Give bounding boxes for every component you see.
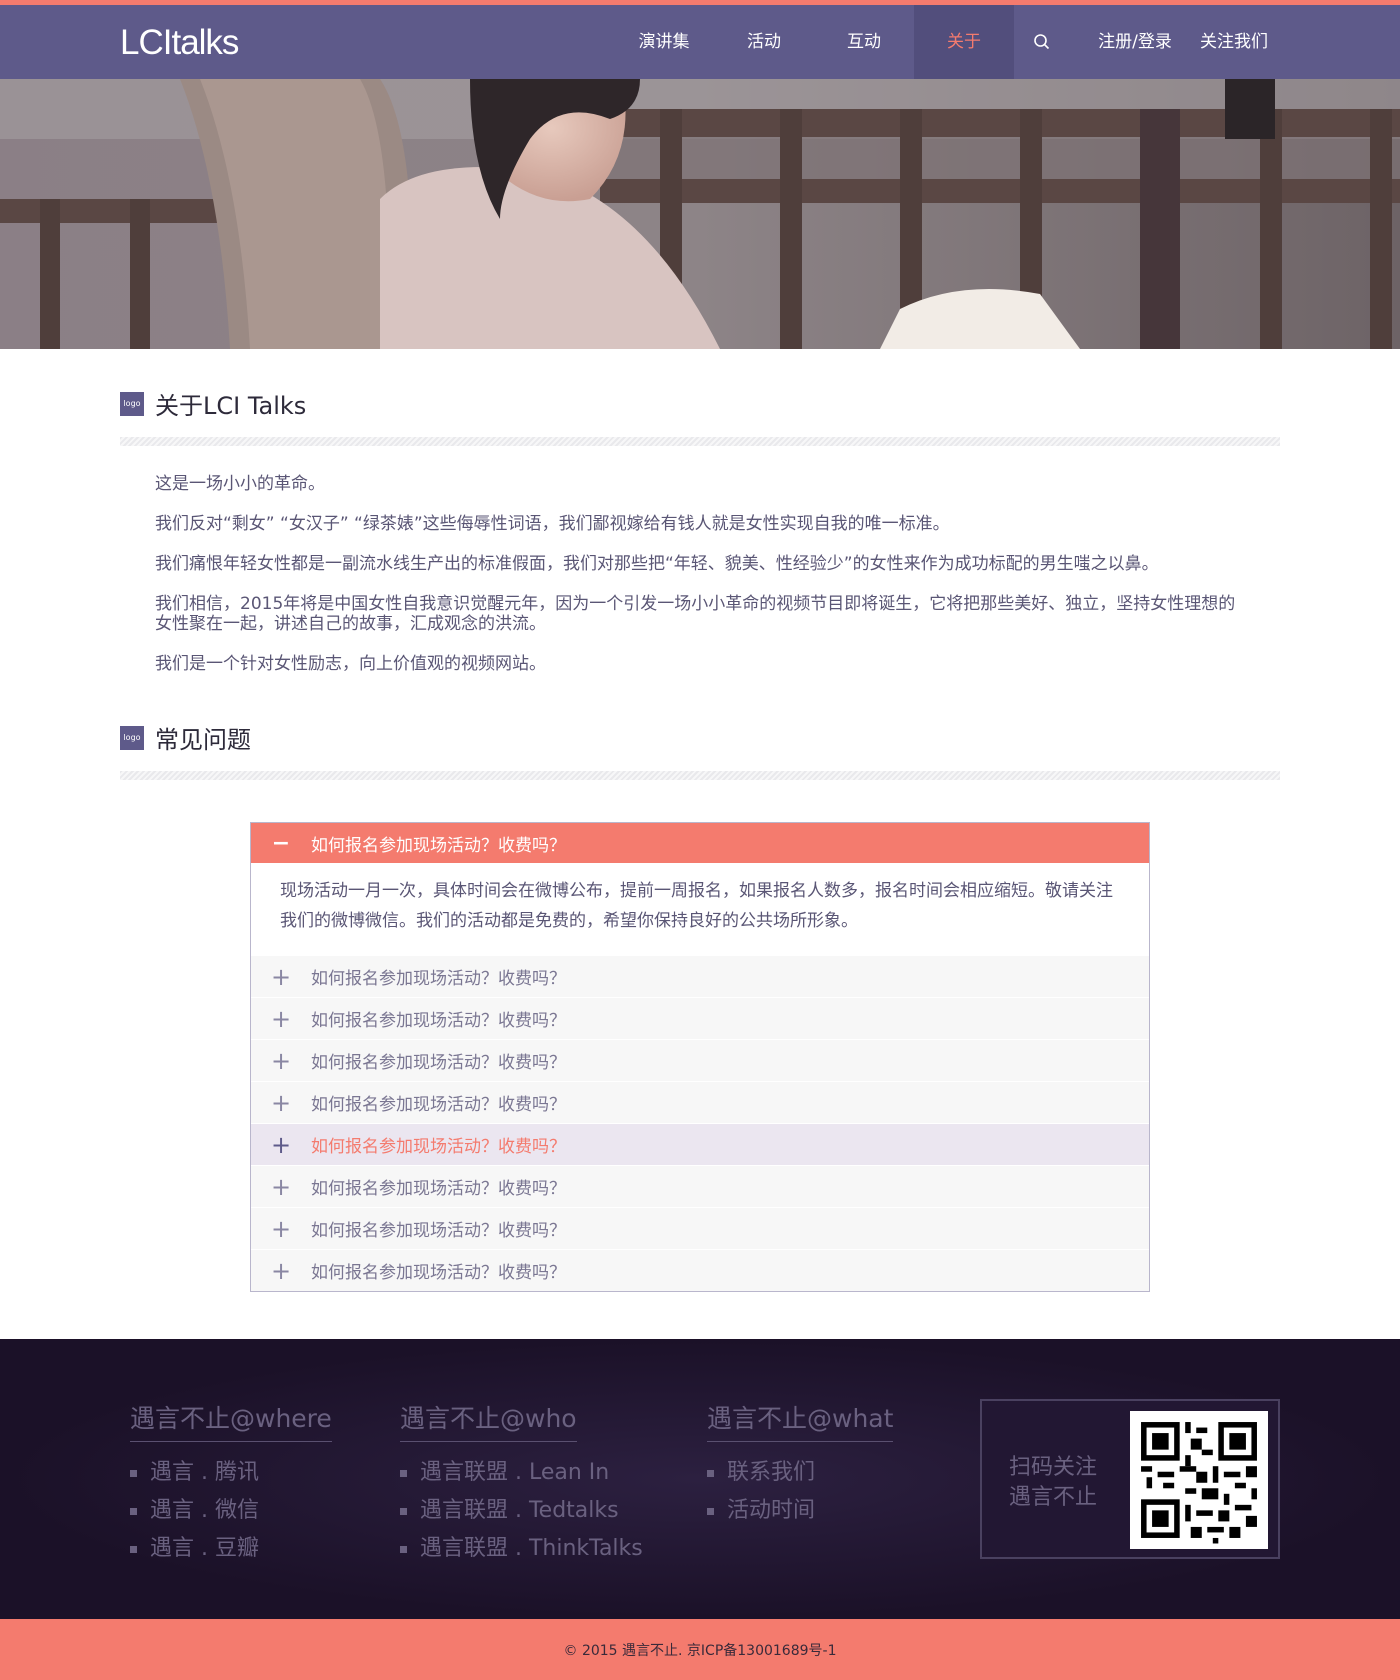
faq-question: 如何报名参加现场活动？收费吗？ xyxy=(311,1011,566,1031)
site-logo[interactable]: LCItalks xyxy=(120,23,239,63)
bullet-icon xyxy=(400,1507,407,1515)
about-paragraph: 我们相信，2015年将是中国女性自我意识觉醒元年，因为一个引发一场小小革命的视频… xyxy=(155,594,1236,634)
plus-icon: + xyxy=(270,962,292,991)
section-divider xyxy=(120,771,1280,780)
copyright-bar: © 2015 遇言不止. 京ICP备13001689号-1 xyxy=(0,1619,1400,1680)
about-paragraph: 我们反对“剩女” “女汉子” “绿茶婊”这些侮辱性词语，我们鄙视嫁给有钱人就是女… xyxy=(155,514,950,534)
section-divider xyxy=(120,437,1280,446)
nav-item-speeches[interactable]: 演讲集 xyxy=(614,5,714,79)
footer-link[interactable]: 遇言联盟 . Tedtalks xyxy=(400,1492,643,1530)
bullet-icon xyxy=(130,1469,137,1477)
about-title: 关于LCI Talks xyxy=(155,392,307,420)
faq-question: 如何报名参加现场活动？收费吗？ xyxy=(311,1179,566,1199)
qr-code-box: 扫码关注 遇言不止 xyxy=(980,1399,1280,1559)
faq-item[interactable]: + 如何报名参加现场活动？收费吗？ xyxy=(251,955,1149,997)
about-text: 这是一场小小的革命。 我们反对“剩女” “女汉子” “绿茶婊”这些侮辱性词语，我… xyxy=(120,446,1280,674)
search-button[interactable] xyxy=(1014,5,1070,79)
main-content: logo 关于LCI Talks 这是一场小小的革命。 我们反对“剩女” “女汉… xyxy=(120,349,1280,1292)
faq-question: 如何报名参加现场活动？收费吗？ xyxy=(311,835,566,856)
faq-question: 如何报名参加现场活动？收费吗？ xyxy=(311,1095,566,1115)
footer: 遇言不止@where 遇言 . 腾讯 遇言 . 微信 遇言 . 豆瓣 遇言不止@… xyxy=(0,1339,1400,1619)
plus-icon: + xyxy=(270,1088,292,1117)
footer-column-where: 遇言不止@where 遇言 . 腾讯 遇言 . 微信 遇言 . 豆瓣 xyxy=(130,1399,332,1568)
section-logo-badge: logo xyxy=(120,725,144,750)
footer-link-label: 活动时间 xyxy=(727,1498,816,1523)
footer-column-title: 遇言不止@what xyxy=(707,1399,894,1442)
search-icon xyxy=(1034,34,1050,50)
faq-question: 如何报名参加现场活动？收费吗？ xyxy=(311,1053,566,1073)
header-bar: LCItalks 演讲集 活动 互动 关于 注册/登录 关注我们 xyxy=(0,5,1400,79)
main-nav: 演讲集 活动 互动 关于 注册/登录 关注我们 xyxy=(614,5,1400,79)
faq-item[interactable]: + 如何报名参加现场活动？收费吗？ xyxy=(251,1081,1149,1123)
qr-caption: 扫码关注 遇言不止 xyxy=(1009,1453,1097,1513)
footer-link-label: 遇言联盟 . Tedtalks xyxy=(420,1498,619,1523)
nav-item-events[interactable]: 活动 xyxy=(714,5,814,79)
footer-link-label: 遇言 . 豆瓣 xyxy=(150,1536,259,1561)
faq-item[interactable]: + 如何报名参加现场活动？收费吗？ xyxy=(251,1207,1149,1249)
about-section-header: logo 关于LCI Talks xyxy=(120,349,1280,421)
footer-link[interactable]: 遇言 . 腾讯 xyxy=(130,1454,332,1492)
bullet-icon xyxy=(707,1507,714,1515)
hero-banner-image xyxy=(0,79,1400,349)
footer-link-label: 联系我们 xyxy=(727,1460,816,1485)
bullet-icon xyxy=(400,1545,407,1553)
qr-code-icon xyxy=(1130,1411,1268,1549)
footer-link-label: 遇言 . 微信 xyxy=(150,1498,259,1523)
bullet-icon xyxy=(400,1469,407,1477)
faq-question: 如何报名参加现场活动？收费吗？ xyxy=(311,1137,566,1157)
footer-column-title: 遇言不止@who xyxy=(400,1399,577,1442)
footer-column-who: 遇言不止@who 遇言联盟 . Lean In 遇言联盟 . Tedtalks … xyxy=(400,1399,643,1568)
bullet-icon xyxy=(130,1507,137,1515)
faq-title: 常见问题 xyxy=(155,726,251,754)
footer-link-label: 遇言 . 腾讯 xyxy=(150,1460,259,1485)
faq-question: 如何报名参加现场活动？收费吗？ xyxy=(311,969,566,989)
faq-item-open[interactable]: − 如何报名参加现场活动？收费吗？ xyxy=(251,823,1149,863)
plus-icon: + xyxy=(270,1172,292,1201)
about-paragraph: 我们痛恨年轻女性都是一副流水线生产出的标准假面，我们对那些把“年轻、貌美、性经验… xyxy=(155,554,1159,574)
about-paragraph: 这是一场小小的革命。 xyxy=(155,474,325,494)
minus-icon: − xyxy=(271,830,291,856)
faq-answer: 现场活动一月一次，具体时间会在微博公布，提前一周报名，如果报名人数多，报名时间会… xyxy=(251,863,1149,955)
faq-item-hovered[interactable]: + 如何报名参加现场活动？收费吗？ xyxy=(251,1123,1149,1165)
faq-accordion: − 如何报名参加现场活动？收费吗？ 现场活动一月一次，具体时间会在微博公布，提前… xyxy=(250,822,1150,1292)
nav-item-register-login[interactable]: 注册/登录 xyxy=(1070,5,1200,79)
nav-item-interaction[interactable]: 互动 xyxy=(814,5,914,79)
footer-link[interactable]: 活动时间 xyxy=(707,1492,893,1530)
qr-caption-line: 遇言不止 xyxy=(1009,1485,1098,1510)
bullet-icon xyxy=(130,1545,137,1553)
qr-caption-line: 扫码关注 xyxy=(1009,1455,1098,1480)
footer-link-label: 遇言联盟 . Lean In xyxy=(420,1460,610,1485)
qr-code-image xyxy=(1130,1411,1268,1549)
footer-column-title: 遇言不止@where xyxy=(130,1399,332,1442)
footer-link[interactable]: 遇言 . 豆瓣 xyxy=(130,1530,332,1568)
copyright-text: © 2015 遇言不止. 京ICP备13001689号-1 xyxy=(563,1642,837,1659)
footer-column-what: 遇言不止@what 联系我们 活动时间 xyxy=(707,1399,894,1530)
faq-question: 如何报名参加现场活动？收费吗？ xyxy=(311,1263,566,1283)
faq-item[interactable]: + 如何报名参加现场活动？收费吗？ xyxy=(251,1165,1149,1207)
plus-icon: + xyxy=(270,1214,292,1243)
bullet-icon xyxy=(707,1469,714,1477)
footer-link[interactable]: 联系我们 xyxy=(707,1454,893,1492)
footer-link[interactable]: 遇言联盟 . ThinkTalks xyxy=(400,1530,643,1568)
footer-link[interactable]: 遇言 . 微信 xyxy=(130,1492,332,1530)
plus-icon: + xyxy=(270,1256,292,1285)
faq-question: 如何报名参加现场活动？收费吗？ xyxy=(311,1221,566,1241)
footer-link-label: 遇言联盟 . ThinkTalks xyxy=(420,1536,643,1561)
section-logo-badge: logo xyxy=(120,391,144,416)
nav-item-follow-us[interactable]: 关注我们 xyxy=(1200,5,1280,79)
plus-icon: + xyxy=(270,1130,292,1159)
faq-item[interactable]: + 如何报名参加现场活动？收费吗？ xyxy=(251,1249,1149,1291)
hero-photo-illustration xyxy=(0,79,1400,349)
about-paragraph: 我们是一个针对女性励志，向上价值观的视频网站。 xyxy=(155,654,546,674)
plus-icon: + xyxy=(270,1004,292,1033)
faq-item[interactable]: + 如何报名参加现场活动？收费吗？ xyxy=(251,1039,1149,1081)
nav-item-about[interactable]: 关于 xyxy=(914,5,1014,79)
faq-item[interactable]: + 如何报名参加现场活动？收费吗？ xyxy=(251,997,1149,1039)
plus-icon: + xyxy=(270,1046,292,1075)
faq-section-header: logo 常见问题 xyxy=(120,694,1280,755)
footer-link[interactable]: 遇言联盟 . Lean In xyxy=(400,1454,643,1492)
